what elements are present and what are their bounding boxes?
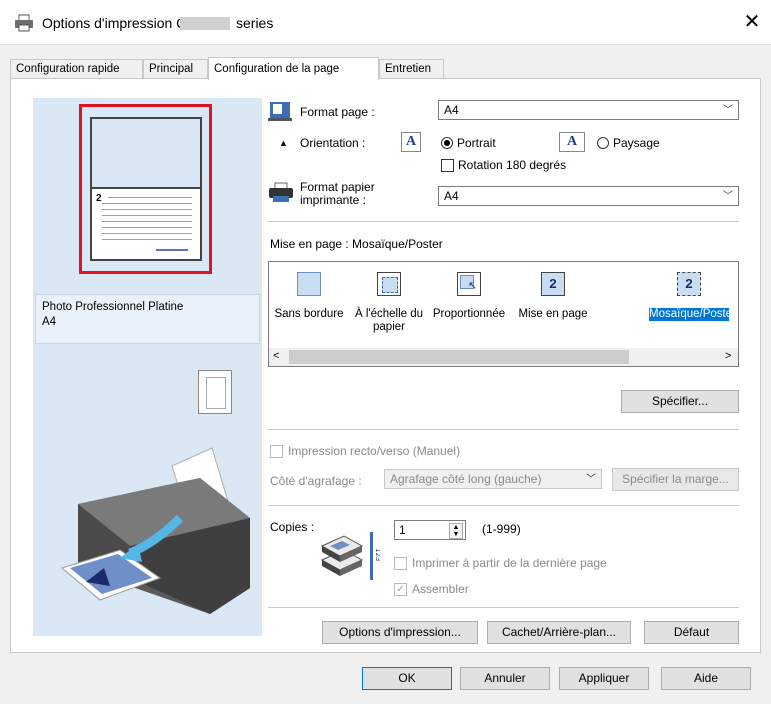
scaled-layout-icon: ↖ bbox=[457, 272, 481, 296]
printer-paper-size-label: Format papier imprimante : bbox=[300, 181, 375, 207]
page-size-select[interactable]: A4 ﹀ bbox=[438, 100, 739, 120]
portrait-radio[interactable] bbox=[441, 137, 453, 149]
page-size-value: A4 bbox=[444, 103, 459, 117]
separator bbox=[268, 505, 739, 506]
layout-item-label: Mosaïque/Poster bbox=[649, 308, 736, 321]
tab-main[interactable]: Principal bbox=[143, 59, 208, 78]
landscape-radio[interactable] bbox=[597, 137, 609, 149]
media-type: Photo Professionnel Platine bbox=[42, 301, 184, 313]
svg-text:123: 123 bbox=[374, 548, 380, 561]
title-bar: Options d'impression Canon series ✕ bbox=[0, 0, 771, 44]
collate-checkbox[interactable]: ✓ bbox=[394, 583, 407, 596]
printer-icon bbox=[15, 14, 33, 32]
printer-paper-size-label-line2: imprimante : bbox=[300, 193, 367, 207]
layout-item-tiling-poster[interactable]: 2 Mosaïque/Poster bbox=[649, 266, 736, 350]
cancel-button[interactable]: Annuler bbox=[460, 667, 550, 690]
landscape-orientation-icon: A bbox=[559, 132, 585, 152]
scroll-left-icon[interactable]: < bbox=[273, 350, 279, 362]
media-size: A4 bbox=[42, 316, 57, 328]
printer-paper-size-value: A4 bbox=[444, 189, 459, 203]
copies-value: 1 bbox=[399, 523, 406, 537]
specify-button[interactable]: Spécifier... bbox=[621, 390, 739, 413]
printer-illustration-icon bbox=[60, 447, 250, 614]
reverse-order-label: Imprimer à partir de la dernière page bbox=[412, 556, 607, 570]
preview-selection-frame bbox=[79, 104, 212, 274]
separator bbox=[268, 607, 739, 608]
duplex-checkbox[interactable] bbox=[270, 445, 283, 458]
layout-item-label: À l'échelle du papier bbox=[354, 308, 424, 333]
chevron-down-icon: ﹀ bbox=[586, 474, 596, 485]
printer-paper-size-select[interactable]: A4 ﹀ bbox=[438, 186, 739, 206]
rotate-180-label: Rotation 180 degrés bbox=[458, 158, 567, 172]
printer-paper-size-label-line1: Format papier bbox=[300, 180, 375, 194]
tab-page-setup[interactable]: Configuration de la page bbox=[208, 57, 379, 80]
specify-margin-button[interactable]: Spécifier la marge... bbox=[612, 468, 739, 491]
layout-item-page-layout[interactable]: 2 Mise en page bbox=[515, 266, 591, 350]
stapling-value: Agrafage côté long (gauche) bbox=[390, 472, 542, 486]
copies-stack-icon: 123 bbox=[320, 532, 380, 580]
layout-item-borderless[interactable]: Sans bordure bbox=[271, 266, 347, 350]
tab-maintenance[interactable]: Entretien bbox=[379, 59, 444, 78]
media-info-box: Photo Professionnel Platine A4 bbox=[35, 294, 260, 344]
defaults-button[interactable]: Défaut bbox=[644, 621, 739, 644]
apply-button[interactable]: Appliquer bbox=[559, 667, 649, 690]
layout-item-fit-to-paper[interactable]: À l'échelle du papier bbox=[351, 266, 427, 350]
orientation-label: Orientation : bbox=[300, 136, 366, 150]
stamp-background-button[interactable]: Cachet/Arrière-plan... bbox=[487, 621, 631, 644]
layout-item-label: Sans bordure bbox=[274, 308, 344, 320]
scrollbar-thumb[interactable] bbox=[289, 350, 629, 364]
borderless-layout-icon bbox=[297, 272, 321, 296]
duplex-label: Impression recto/verso (Manuel) bbox=[288, 444, 461, 458]
layout-item-label: Mise en page bbox=[518, 308, 588, 320]
layout-item-label: Proportionnée bbox=[432, 308, 506, 320]
bullet-arrow-icon: ▲ bbox=[279, 138, 288, 148]
stapling-select[interactable]: Agrafage côté long (gauche) ﹀ bbox=[384, 469, 602, 489]
copies-label: Copies : bbox=[270, 520, 315, 534]
spinner-arrows-icon[interactable]: ▲ ▼ bbox=[449, 523, 463, 539]
page-size-label: Format page : bbox=[300, 105, 375, 119]
separator bbox=[268, 429, 739, 430]
landscape-label: Paysage bbox=[613, 136, 660, 150]
portrait-label: Portrait bbox=[457, 136, 496, 150]
layout-item-scaled[interactable]: ↖ Proportionnée bbox=[431, 266, 507, 350]
tab-quick-setup[interactable]: Configuration rapide bbox=[10, 59, 143, 78]
chevron-down-icon: ﹀ bbox=[723, 105, 733, 116]
page-layout-icon: 2 bbox=[541, 272, 565, 296]
window-title-suffix: series bbox=[236, 15, 274, 31]
layout-scrollbar[interactable]: < > bbox=[269, 348, 738, 366]
stapling-label: Côté d'agrafage : bbox=[270, 474, 362, 488]
fit-to-paper-layout-icon bbox=[377, 272, 401, 296]
print-options-button[interactable]: Options d'impression... bbox=[322, 621, 478, 644]
chevron-down-icon: ﹀ bbox=[723, 191, 733, 202]
collate-label: Assembler bbox=[412, 582, 469, 596]
paper-preview-icon bbox=[198, 370, 232, 414]
rotate-180-checkbox[interactable] bbox=[441, 159, 454, 172]
tiling-poster-icon: 2 bbox=[677, 272, 701, 296]
page-size-icon bbox=[268, 102, 292, 121]
scroll-right-icon[interactable]: > bbox=[725, 350, 731, 362]
close-icon[interactable]: ✕ bbox=[740, 10, 764, 34]
redacted-model-name bbox=[180, 17, 230, 30]
page-layout-label: Mise en page : Mosaïque/Poster bbox=[270, 237, 443, 251]
separator bbox=[268, 221, 739, 222]
printer-paper-icon bbox=[269, 182, 293, 202]
help-button[interactable]: Aide bbox=[661, 667, 751, 690]
ok-button[interactable]: OK bbox=[362, 667, 452, 690]
copies-range: (1-999) bbox=[482, 522, 521, 536]
reverse-order-checkbox[interactable] bbox=[394, 557, 407, 570]
copies-input[interactable]: 1 ▲ ▼ bbox=[394, 520, 466, 540]
portrait-orientation-icon: A bbox=[401, 132, 421, 152]
